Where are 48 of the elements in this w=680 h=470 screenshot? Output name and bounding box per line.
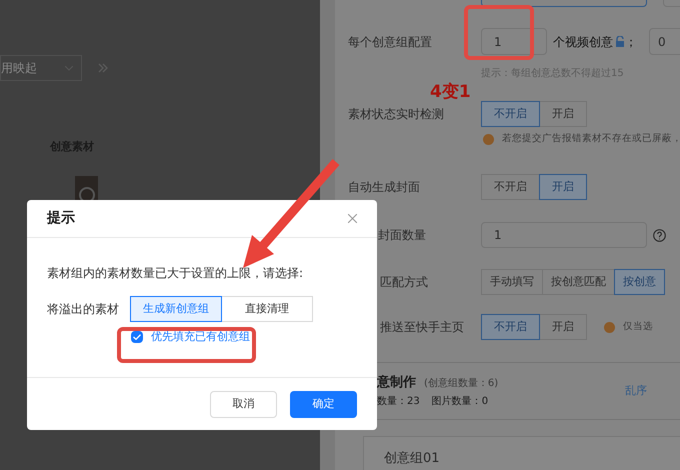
input-field[interactable]: 1	[481, 28, 547, 55]
checkbox-label: 优先填充已有创意组	[151, 329, 250, 345]
checkbox[interactable]	[131, 331, 143, 344]
separator-text: ；	[625, 34, 637, 50]
dialog-message: 素材组内的素材数量已大于设置的上限，请选择:	[47, 265, 304, 282]
warning-text: 仅当选	[623, 320, 653, 334]
cancel-button[interactable]: 取消	[210, 391, 277, 418]
double-chevron-icon[interactable]	[98, 63, 108, 73]
segment-option[interactable]: 手动填写	[481, 269, 543, 296]
video-thumbnail[interactable]	[75, 176, 98, 202]
section-title: 意制作	[377, 374, 416, 392]
segment-option[interactable]: 生成新创意组	[130, 296, 222, 322]
field-label: 素材状态实时检测	[348, 106, 445, 123]
highlight-box	[464, 5, 534, 60]
segment-option[interactable]: 直接清理	[221, 296, 313, 322]
field-label: 自动生成封面	[348, 179, 421, 196]
warning-icon	[604, 322, 615, 333]
lock-icon[interactable]	[615, 36, 625, 47]
field-label: 封面数量	[377, 227, 427, 244]
field-label: 将溢出的素材	[47, 301, 120, 318]
segment-option[interactable]: 开启	[539, 101, 587, 127]
segment-option[interactable]: 按创意	[614, 269, 665, 296]
input-field[interactable]: 0	[649, 28, 680, 55]
close-icon[interactable]	[348, 214, 357, 223]
segment-option[interactable]: 不开启	[481, 101, 540, 127]
segment-option[interactable]: 按创意匹配	[542, 269, 615, 296]
dialog-title: 提示	[47, 209, 75, 228]
group-count-text: (创意组数量：6)	[424, 376, 498, 392]
input-field[interactable]: 1	[481, 222, 647, 248]
shuffle-link[interactable]: 乱序	[625, 383, 647, 400]
field-label: 每个创意组配置	[348, 34, 433, 50]
dropdown[interactable]: 用映起	[0, 55, 82, 81]
unit-label: 个视频创意	[553, 34, 613, 50]
warning-text: 若您提交广告报错素材不存在或已屏蔽，	[502, 132, 680, 146]
segment-option[interactable]: 不开启	[481, 174, 540, 200]
warning-icon	[483, 134, 494, 145]
field-label: 匹配方式	[379, 274, 429, 292]
field-label: 推送至快手主页	[379, 319, 465, 336]
segment-option[interactable]: 不开启	[481, 314, 540, 340]
segment-option[interactable]: 开启	[539, 174, 587, 200]
video-count-text: 数量：23	[377, 394, 420, 409]
segment-option[interactable]: 开启	[539, 314, 587, 340]
help-icon[interactable]	[653, 228, 666, 242]
input-field[interactable]	[481, 0, 647, 7]
confirm-button[interactable]: 确定	[290, 391, 357, 418]
card-title: 创意组01	[384, 450, 440, 466]
annotation-text: 4变1	[430, 81, 471, 104]
image-count-text: 图片数量：0	[432, 394, 488, 409]
